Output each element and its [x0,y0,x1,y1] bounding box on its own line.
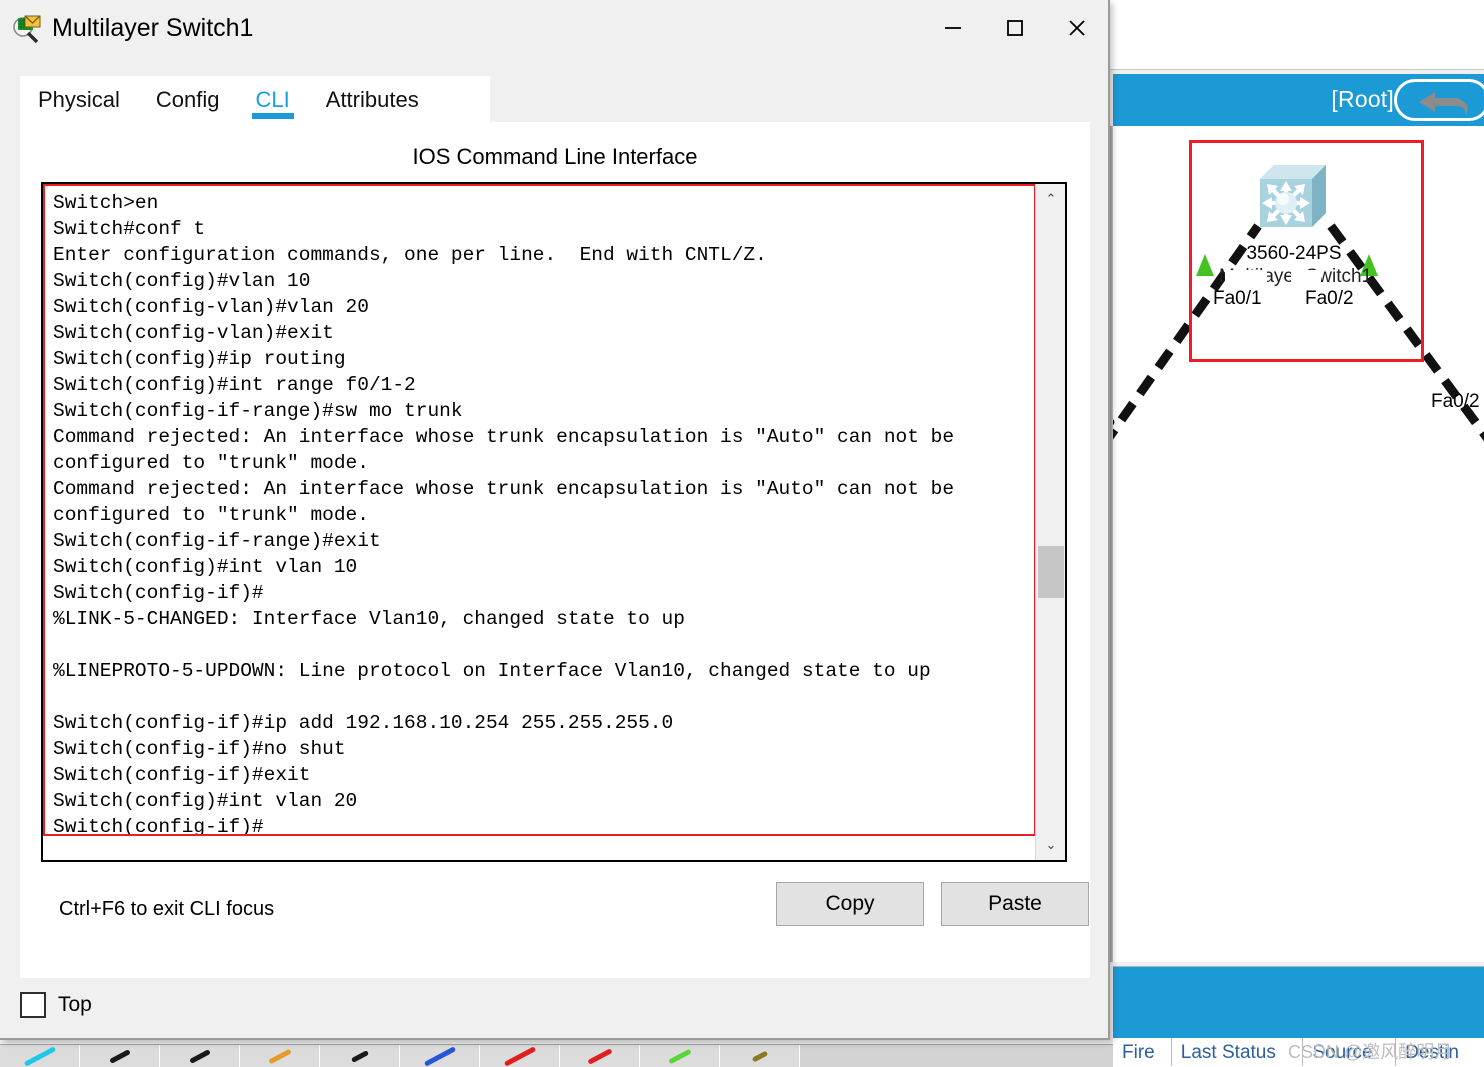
maximize-button[interactable] [984,0,1046,56]
cable-automatic-connection[interactable] [0,1045,80,1067]
cli-window: Multilayer Switch1 Physical Config [0,0,1110,1040]
col-destination[interactable]: Destin [1396,1038,1484,1066]
col-last-status[interactable]: Last Status [1172,1038,1304,1066]
back-arrow-icon [1411,88,1481,120]
workspace-status-bar [1113,966,1484,1038]
focus-hint-text: Ctrl+F6 to exit CLI focus [59,898,274,921]
cable-serial-dce[interactable] [560,1045,640,1067]
port-label-fa02-left: Fa0/2 [1305,288,1354,310]
paste-button[interactable]: Paste [941,882,1089,926]
terminal-scrollbar[interactable]: ⌃ ⌄ [1035,184,1065,860]
device-model-label: 3560-24PS [1219,243,1369,265]
cli-heading: IOS Command Line Interface [20,122,1090,170]
tab-config[interactable]: Config [138,76,238,124]
device-tabs[interactable]: Physical Config CLI Attributes [20,76,490,124]
tab-attributes[interactable]: Attributes [308,76,437,124]
tab-physical[interactable]: Physical [20,76,138,124]
inspect-envelope-icon [12,13,42,43]
top-checkbox-label: Top [58,993,92,1017]
cable-octal-cable[interactable] [720,1045,800,1067]
window-controls [922,0,1108,56]
tab-cli[interactable]: CLI [238,76,308,124]
col-source[interactable]: Source [1303,1038,1396,1066]
top-checkbox[interactable] [20,992,46,1018]
workspace-header-bar: [Root] [1113,74,1484,126]
port-label-fa02-right: Fa0/2 [1431,391,1480,413]
port-label-fa01: Fa0/1 [1213,288,1262,310]
minimize-icon [942,17,964,39]
close-button[interactable] [1046,0,1108,56]
window-title: Multilayer Switch1 [52,14,253,43]
terminal-output[interactable]: Switch>en Switch#conf t Enter configurat… [53,190,1031,840]
window-titlebar[interactable]: Multilayer Switch1 [0,0,1108,56]
toolbar-filler [800,1045,1113,1067]
close-icon [1065,16,1089,40]
terminal-area[interactable]: Switch>en Switch#conf t Enter configurat… [41,182,1067,862]
root-label: [Root] [1331,86,1394,113]
top-checkbox-row[interactable]: Top [20,992,92,1018]
connection-type-toolbar[interactable] [0,1044,1113,1066]
cable-copper-straight-through[interactable] [160,1045,240,1067]
cable-fiber-cable[interactable] [320,1045,400,1067]
cable-console-cable[interactable] [80,1045,160,1067]
cli-panel: IOS Command Line Interface Switch>en Swi… [20,122,1090,978]
cable-phone-cable[interactable] [400,1045,480,1067]
workspace-toolbar-area [1110,0,1484,70]
scroll-down-button[interactable]: ⌄ [1036,832,1066,858]
simulation-table-header: Fire Last Status Source Destin [1113,1038,1484,1066]
scroll-up-button[interactable]: ⌃ [1036,186,1066,212]
topology-canvas[interactable]: 3560-24PS Multilayer Switch1 Fa0/1 Fa0/2… [1113,126,1484,962]
cable-serial-dte[interactable] [640,1045,720,1067]
cable-copper-crossover[interactable] [240,1045,320,1067]
back-button[interactable] [1394,79,1484,121]
minimize-button[interactable] [922,0,984,56]
maximize-icon [1004,17,1026,39]
cable-coaxial-cable[interactable] [480,1045,560,1067]
cli-footer: Ctrl+F6 to exit CLI focus Copy Paste [41,878,1067,948]
copy-button[interactable]: Copy [776,882,924,926]
scrollbar-thumb[interactable] [1038,546,1064,598]
col-fire[interactable]: Fire [1113,1038,1172,1066]
port-label-partial: 2 [1113,416,1116,438]
